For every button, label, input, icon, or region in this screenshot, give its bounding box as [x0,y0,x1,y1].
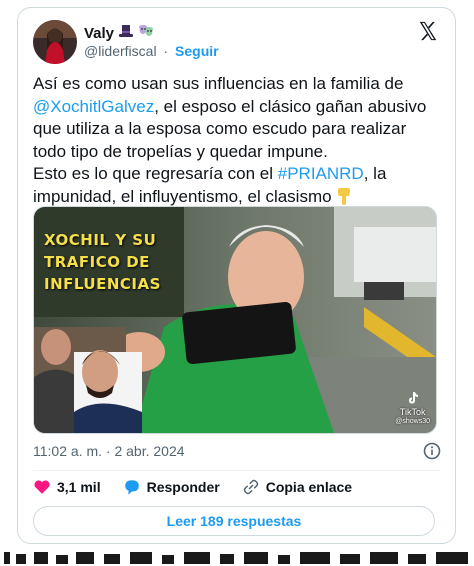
tiktok-icon [408,392,418,404]
tiktok-label: TikTok [399,407,426,417]
info-icon[interactable] [423,442,441,460]
video-overlay-title: XOCHIL Y SU TRAFICO DE INFLUENCIAS [44,231,161,293]
tiktok-watermark: TikTok @shows30 [395,391,430,427]
video-thumbnail[interactable]: XOCHIL Y SU TRAFICO DE INFLUENCIAS TikTo… [33,206,437,434]
hashtag-link[interactable]: #PRIANRD [278,164,364,183]
cropped-text-strip [0,550,474,566]
x-logo-icon[interactable] [417,20,439,42]
heart-icon [34,480,50,494]
action-bar: 3,1 mil Responder Copia enlace [33,476,374,498]
author-handle[interactable]: @liderfiscal [84,43,157,59]
theater-masks-emoji [138,23,154,43]
copy-link-label: Copia enlace [265,479,353,495]
like-button[interactable]: 3,1 mil [33,478,101,496]
tweet-text: Así es como usan sus influencias en la f… [33,73,443,208]
follow-button[interactable]: Seguir [175,43,219,59]
top-hat-emoji [118,23,134,43]
avatar[interactable] [33,20,77,64]
reply-label: Responder [146,479,220,495]
tweet-text-part-1: Así es como usan sus influencias en la f… [33,74,404,93]
read-replies-button[interactable]: Leer 189 respuestas [33,506,435,536]
mention-link[interactable]: @XochitlGalvez [33,97,154,116]
tweet-card: Valy @liderfiscal · Seguir Así es como u… [17,7,456,544]
speech-bubble-icon [124,480,139,495]
divider [33,470,441,471]
author-name-row: Valy [84,23,154,43]
copy-link-button[interactable]: Copia enlace [242,478,352,496]
reply-button[interactable]: Responder [123,478,220,496]
author-name[interactable]: Valy [84,25,114,42]
tweet-text-part-3: Esto es lo que regresaría con el [33,164,278,183]
tweet-meta: 11:02 a. m. · 2 abr. 2024 [33,442,441,460]
timestamp[interactable]: 11:02 a. m. · 2 abr. 2024 [33,443,185,459]
like-count: 3,1 mil [57,479,101,495]
link-icon [243,479,258,495]
author-handle-row: @liderfiscal · Seguir [84,43,219,59]
pointing-down-emoji [336,187,352,206]
tiktok-user: @shows30 [395,418,430,425]
